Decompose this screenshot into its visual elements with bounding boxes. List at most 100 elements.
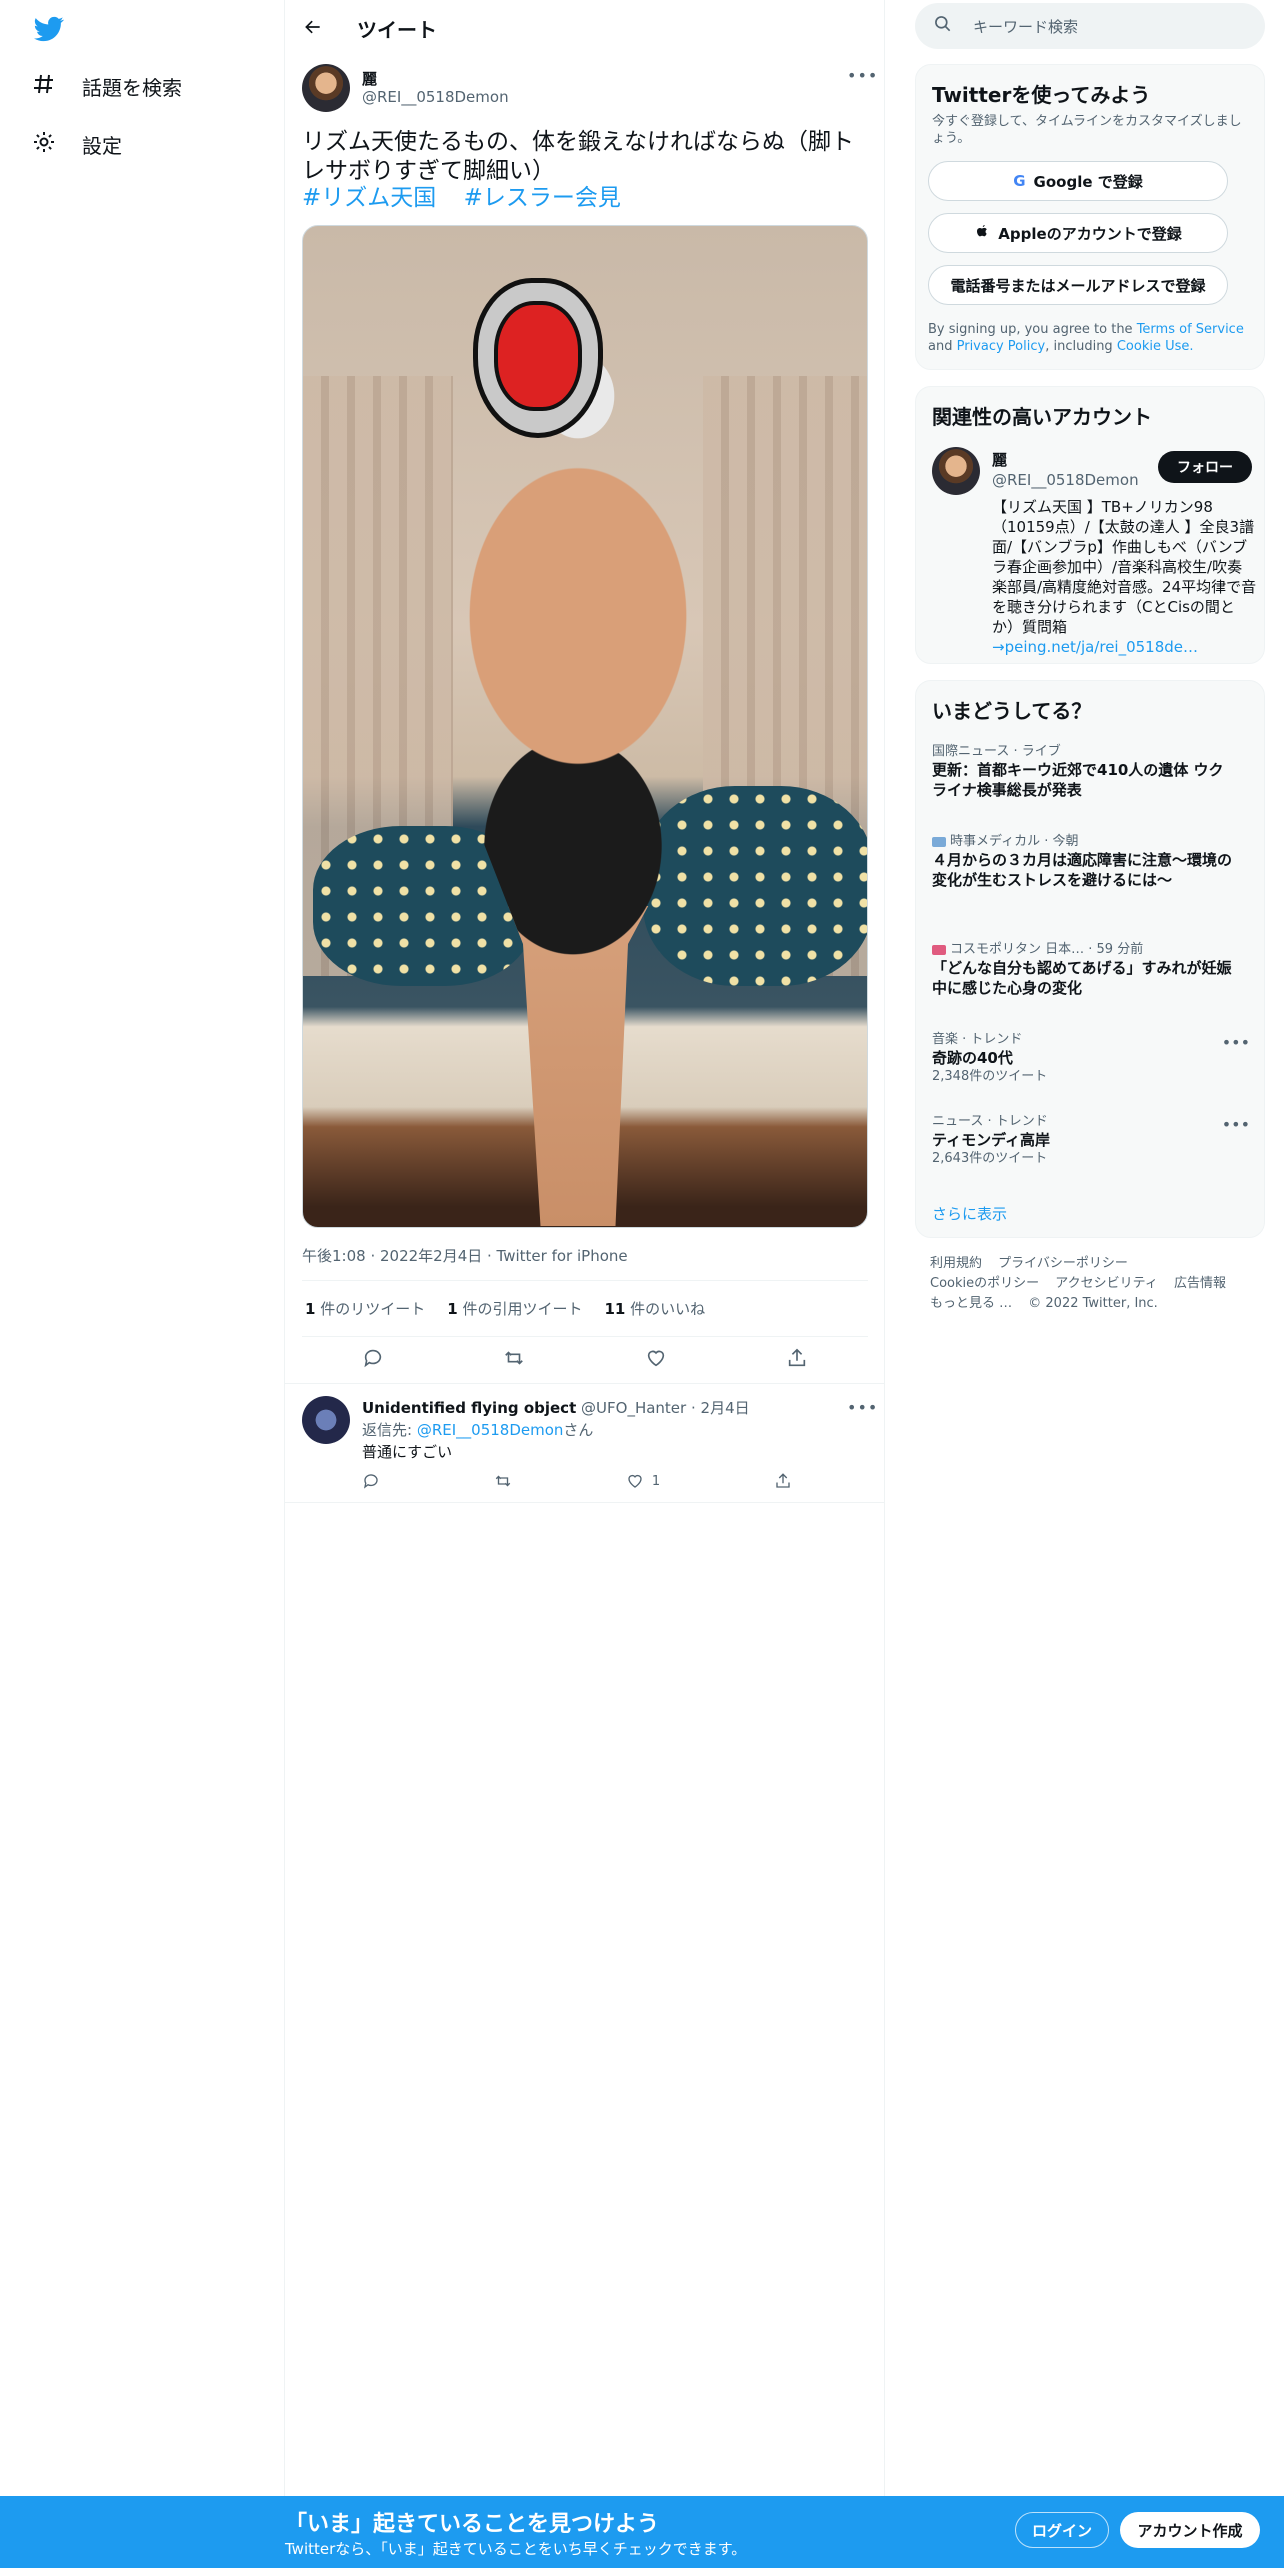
news-source-icon	[932, 836, 946, 847]
page-title: ツイート	[357, 18, 437, 42]
privacy-link[interactable]: Privacy Policy	[957, 339, 1046, 354]
reply-author-name[interactable]: Unidentified flying object	[362, 1399, 576, 1417]
trend-count: 2,643件のツイート	[932, 1151, 1048, 1166]
trend-title: 「どんな自分も認めてあげる」すみれが妊娠中に感じた心身の変化	[932, 959, 1232, 997]
trend-item[interactable]: コスモポリタン 日本… · 59 分前 「どんな自分も認めてあげる」すみれが妊娠…	[932, 941, 1232, 998]
trend-category-row: 時事メディカル · 今朝	[932, 833, 1232, 850]
footer-link[interactable]: もっと見る …	[930, 1296, 1012, 1311]
hashtag-link[interactable]: #レスラー会見	[464, 185, 621, 211]
login-button[interactable]: ログイン	[1015, 2512, 1109, 2548]
hashtag-link[interactable]: #リズム天国	[302, 185, 436, 211]
related-handle[interactable]: @REI__0518Demon	[992, 471, 1139, 489]
tweet-actions	[302, 1340, 868, 1380]
back-arrow-icon[interactable]	[299, 13, 327, 41]
show-more-link[interactable]: さらに表示	[932, 1203, 1232, 1224]
signup-card: Twitterを使ってみよう 今すぐ登録して、タイムラインをカスタマイズしましょ…	[915, 64, 1265, 370]
reply-icon[interactable]	[362, 1347, 384, 1373]
google-signup-button[interactable]: G Google で登録	[928, 161, 1228, 201]
trend-item[interactable]: 国際ニュース · ライブ 更新：首都キーウ近郊で410人の遺体 ウクライナ検事総…	[932, 743, 1232, 800]
trend-count: 2,348件のツイート	[932, 1069, 1048, 1084]
reply-header: Unidentified flying object @UFO_Hanter ·…	[362, 1397, 750, 1418]
follow-button[interactable]: フォロー	[1158, 451, 1252, 483]
footer-link[interactable]: 利用規約	[930, 1256, 982, 1271]
retweet-icon[interactable]	[503, 1347, 525, 1373]
author-avatar[interactable]	[302, 64, 350, 112]
nav-explore[interactable]: 話題を検索	[32, 64, 182, 108]
trend-more-icon[interactable]: •••	[1222, 1033, 1250, 1052]
footer-links: 利用規約 プライバシーポリシー Cookieのポリシー アクセシビリティ 広告情…	[930, 1254, 1250, 1314]
like-icon[interactable]	[645, 1347, 667, 1373]
reply-author-handle[interactable]: @UFO_Hanter	[581, 1399, 686, 1417]
twitter-logo-icon[interactable]	[32, 14, 66, 44]
trend-more-icon[interactable]: •••	[1222, 1115, 1250, 1134]
google-icon: G	[1013, 172, 1026, 190]
likes-stat[interactable]: 11 件のいいね	[604, 1298, 705, 1319]
likes-count: 11	[604, 1300, 626, 1318]
left-sidebar: 話題を検索 設定	[0, 0, 285, 2568]
footer-link[interactable]: プライバシーポリシー	[998, 1256, 1128, 1271]
trend-item[interactable]: ニュース · トレンド ティモンディ高岸 2,643件のツイート	[932, 1113, 1232, 1167]
retweets-stat[interactable]: 1 件のリツイート	[305, 1298, 425, 1319]
trend-item[interactable]: 時事メディカル · 今朝 ４月からの３カ月は適応障害に注意～環境の変化が生むスト…	[932, 833, 1232, 890]
footer-link[interactable]: 広告情報	[1174, 1276, 1226, 1291]
reply-actions: 1	[362, 1472, 792, 1490]
bottom-bar-title: 「いま」起きていることを見つけよう	[285, 2512, 660, 2537]
trend-item[interactable]: 音楽 · トレンド 奇跡の40代 2,348件のツイート	[932, 1031, 1232, 1085]
quotes-label: 件の引用ツイート	[462, 1300, 583, 1318]
share-icon[interactable]	[786, 1347, 808, 1373]
legal-prefix: By signing up, you agree to the	[928, 322, 1133, 337]
related-name[interactable]: 麗	[992, 449, 1007, 470]
legal-including: , including	[1045, 339, 1113, 354]
footer-link[interactable]: アクセシビリティ	[1055, 1276, 1158, 1291]
reply-avatar[interactable]	[302, 1396, 350, 1444]
create-account-button[interactable]: アカウント作成	[1120, 2512, 1260, 2548]
google-signup-label: Google で登録	[1033, 172, 1143, 191]
more-options-icon[interactable]: •••	[847, 66, 878, 85]
reply-date[interactable]: · 2月4日	[691, 1399, 750, 1417]
reply-tweet[interactable]: Unidentified flying object @UFO_Hanter ·…	[285, 1383, 885, 1503]
tweet-photo[interactable]	[302, 225, 868, 1228]
replying-suffix: さん	[563, 1421, 594, 1439]
cookie-link[interactable]: Cookie Use.	[1117, 339, 1194, 354]
reply-retweet-icon[interactable]	[494, 1472, 512, 1490]
trends-title: いまどうしてる？	[932, 699, 1092, 723]
author-handle[interactable]: @REI__0518Demon	[362, 88, 509, 106]
nav-settings[interactable]: 設定	[32, 122, 122, 166]
trend-title: ティモンディ高岸	[932, 1131, 1051, 1149]
related-bio-text: 【リズム天国 】TB+ノリカン98（10159点）/【太鼓の達人 】全良3譜面/…	[992, 498, 1257, 636]
apple-signup-button[interactable]: Appleのアカウントで登録	[928, 213, 1228, 253]
mask-sticker	[473, 278, 603, 438]
divider	[302, 1280, 868, 1281]
related-bio-link[interactable]: →peing.net/ja/rei_0518de…	[992, 638, 1198, 656]
footer-link[interactable]: Cookieのポリシー	[930, 1276, 1039, 1291]
legal-and: and	[928, 339, 953, 354]
apple-icon	[974, 223, 990, 243]
trends-card: いまどうしてる？ 国際ニュース · ライブ 更新：首都キーウ近郊で410人の遺体…	[915, 680, 1265, 1238]
replying-to: 返信先: @REI__0518Demonさん	[362, 1419, 593, 1440]
reply-like-count: 1	[651, 1473, 661, 1489]
likes-label: 件のいいね	[630, 1300, 706, 1318]
reply-like-button[interactable]: 1	[626, 1472, 660, 1490]
author-name[interactable]: 麗	[362, 68, 377, 89]
retweets-count: 1	[305, 1300, 316, 1318]
email-signup-button[interactable]: 電話番号またはメールアドレスで登録	[928, 265, 1228, 305]
photo-figure	[458, 286, 698, 1226]
terms-link[interactable]: Terms of Service	[1137, 322, 1244, 337]
bottom-bar-subtitle: Twitterなら、「いま」起きていることをいち早くチェックできます。	[285, 2540, 747, 2558]
email-signup-label: 電話番号またはメールアドレスで登録	[950, 276, 1206, 295]
tweet-timestamp[interactable]: 午後1:08 · 2022年2月4日 · Twitter for iPhone	[302, 1245, 628, 1266]
news-source-icon	[932, 944, 946, 955]
reply-share-icon[interactable]	[774, 1472, 792, 1490]
replying-handle[interactable]: @REI__0518Demon	[417, 1421, 564, 1439]
related-avatar[interactable]	[932, 447, 980, 495]
tweet-hashtags: #リズム天国 #レスラー会見	[302, 184, 641, 213]
search-input[interactable]: キーワード検索	[915, 3, 1265, 49]
reply-like-icon	[626, 1472, 644, 1490]
signup-legal: By signing up, you agree to the Terms of…	[928, 321, 1253, 355]
search-placeholder: キーワード検索	[973, 17, 1079, 36]
reply-more-icon[interactable]: •••	[847, 1398, 878, 1417]
reply-reply-icon[interactable]	[362, 1472, 380, 1490]
quotes-stat[interactable]: 1 件の引用ツイート	[447, 1298, 582, 1319]
hashtag-icon	[32, 72, 56, 101]
search-icon	[933, 14, 953, 38]
